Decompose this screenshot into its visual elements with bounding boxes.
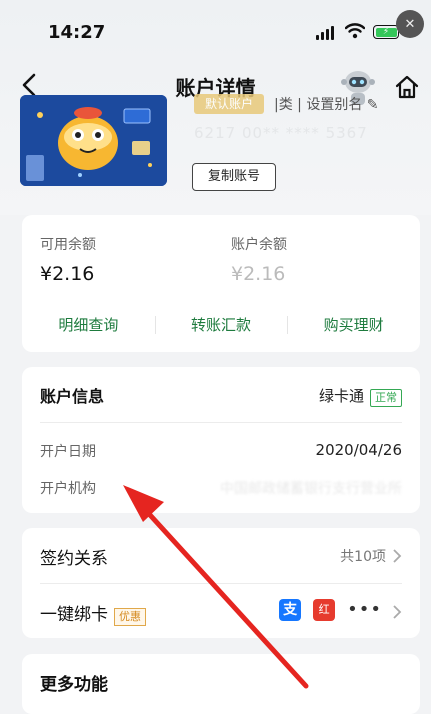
card-meta-text: |类 | 设置别名 bbox=[274, 97, 363, 113]
set-alias-link[interactable]: |类 | 设置别名 ✎ bbox=[274, 94, 379, 114]
open-date-label: 开户日期 bbox=[40, 444, 96, 460]
card-type: 绿卡通 正常 bbox=[319, 385, 402, 407]
one-click-bind-label: 一键绑卡 bbox=[40, 605, 108, 625]
divider bbox=[40, 583, 402, 584]
red-pay-icon[interactable]: 红 bbox=[313, 599, 336, 621]
institution-label: 开户机构 bbox=[40, 481, 96, 497]
account-balance-label: 账户余额 bbox=[231, 237, 287, 253]
edit-icon: ✎ bbox=[366, 97, 379, 113]
chevron-right-icon bbox=[393, 605, 402, 619]
buy-wealth-button[interactable]: 购买理财 bbox=[287, 313, 420, 337]
promo-badge: 优惠 bbox=[114, 608, 146, 626]
bind-icons: 支 红 ••• bbox=[279, 599, 382, 621]
copy-account-button[interactable]: 复制账号 bbox=[192, 163, 276, 191]
close-icon[interactable]: ✕ bbox=[396, 10, 424, 38]
one-click-bind-row[interactable]: 一键绑卡 优惠 bbox=[40, 600, 146, 626]
wifi-icon bbox=[345, 23, 365, 39]
alipay-icon[interactable]: 支 bbox=[279, 599, 302, 621]
institution-value: 中国邮政储蓄银行支行营业所 bbox=[220, 481, 402, 497]
account-info-title: 账户信息 bbox=[40, 387, 105, 406]
detail-query-button[interactable]: 明细查询 bbox=[22, 313, 155, 337]
open-date-value: 2020/04/26 bbox=[315, 441, 402, 459]
settings-panel: 签约关系 共10项 一键绑卡 优惠 支 红 ••• bbox=[22, 528, 420, 638]
bank-card-image bbox=[20, 95, 167, 186]
status-bar: 14:27 ⚡ ✕ bbox=[0, 0, 431, 60]
available-balance-value: ¥2.16 bbox=[40, 263, 95, 285]
home-icon[interactable] bbox=[394, 74, 420, 100]
balance-actions: 明细查询 转账汇款 购买理财 bbox=[22, 313, 420, 337]
status-time: 14:27 bbox=[48, 22, 106, 43]
balance-panel: 可用余额 ¥2.16 账户余额 ¥2.16 明细查询 转账汇款 购买理财 bbox=[22, 215, 420, 352]
divider bbox=[40, 422, 402, 423]
account-number-masked: 6217 00** **** 5367 bbox=[194, 124, 368, 142]
status-badge: 正常 bbox=[370, 389, 402, 407]
sign-relation-row[interactable]: 签约关系 bbox=[40, 544, 108, 569]
signal-icon bbox=[316, 26, 334, 40]
sign-count: 共10项 bbox=[340, 549, 386, 565]
available-balance-label: 可用余额 bbox=[40, 237, 96, 253]
account-info-panel: 账户信息 绿卡通 正常 开户日期 2020/04/26 开户机构 中国邮政储蓄银行… bbox=[22, 367, 420, 513]
transfer-button[interactable]: 转账汇款 bbox=[154, 313, 288, 337]
battery-icon: ⚡ bbox=[373, 25, 399, 39]
chevron-right-icon bbox=[393, 549, 402, 563]
default-account-badge: 默认账户 bbox=[194, 94, 264, 114]
more-functions-panel: 更多功能 bbox=[22, 654, 420, 714]
account-balance-value: ¥2.16 bbox=[231, 263, 286, 285]
card-name: 绿卡通 bbox=[318, 387, 364, 405]
more-dots-icon[interactable]: ••• bbox=[347, 599, 382, 621]
more-functions-title[interactable]: 更多功能 bbox=[40, 670, 108, 695]
